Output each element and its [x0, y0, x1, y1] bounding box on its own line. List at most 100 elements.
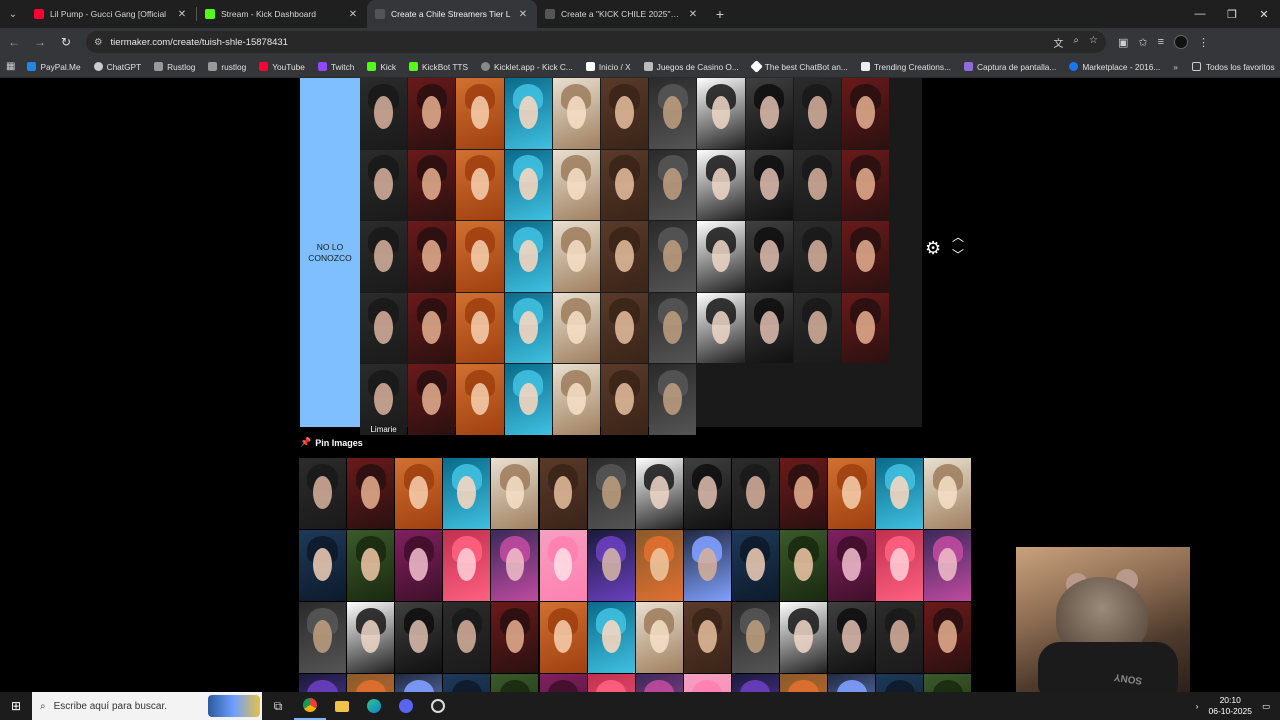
streamer-avatar-image[interactable]: [552, 78, 600, 149]
streamer-avatar-image[interactable]: [360, 78, 408, 149]
streamer-avatar-image[interactable]: [731, 458, 779, 529]
streamer-avatar-image[interactable]: [601, 78, 649, 149]
streamer-avatar-image[interactable]: [299, 458, 347, 529]
bookmark-item[interactable]: PayPal.Me: [27, 62, 81, 72]
streamer-avatar-image[interactable]: [552, 221, 600, 292]
bookmark-item[interactable]: KickBot TTS: [409, 62, 468, 72]
streamer-avatar-image[interactable]: [793, 292, 841, 364]
streamer-avatar-image[interactable]: [780, 458, 828, 529]
bookmark-item[interactable]: Rustlog: [154, 62, 195, 72]
bookmark-item[interactable]: The best ChatBot an...: [749, 60, 848, 73]
streamer-avatar-image[interactable]: [876, 674, 924, 692]
apps-grid-icon[interactable]: ▦: [6, 61, 15, 72]
streamer-avatar-image[interactable]: [408, 364, 456, 435]
streamer-avatar-image[interactable]: [587, 674, 635, 692]
streamer-avatar-image[interactable]: [601, 149, 649, 221]
task-view-icon[interactable]: ⧉: [262, 692, 294, 720]
streamer-avatar-image[interactable]: [731, 674, 779, 692]
bookmark-item[interactable]: YouTube: [259, 62, 305, 72]
streamer-avatar-image[interactable]: [745, 292, 793, 364]
streamer-avatar-image[interactable]: [635, 458, 683, 529]
streamer-avatar-image[interactable]: [601, 221, 649, 292]
streamer-avatar-image[interactable]: [683, 602, 731, 673]
streamer-avatar-image[interactable]: [491, 674, 539, 692]
streamer-avatar-image[interactable]: [601, 292, 649, 364]
streamer-avatar-image[interactable]: [635, 602, 683, 673]
streamer-avatar-image[interactable]: [299, 530, 347, 601]
tier-settings-gear-icon[interactable]: ⚙: [925, 238, 941, 259]
browser-tab[interactable]: Stream - Kick Dashboard ✕: [197, 0, 367, 28]
streamer-avatar-image[interactable]: [924, 530, 972, 601]
streamer-avatar-image[interactable]: [697, 221, 745, 292]
media-controls-icon[interactable]: ≡: [1158, 36, 1164, 48]
streamer-avatar-image[interactable]: [828, 530, 876, 601]
streamer-avatar-image[interactable]: [395, 458, 443, 529]
streamer-avatar-image[interactable]: [587, 458, 635, 529]
move-tier-down-icon[interactable]: ﹀: [952, 246, 964, 263]
close-window-icon[interactable]: ✕: [1248, 0, 1280, 28]
translate-icon[interactable]: 文: [1053, 35, 1063, 50]
streamer-avatar-image[interactable]: [504, 78, 552, 149]
streamer-avatar-image[interactable]: [649, 78, 697, 149]
streamer-avatar-image[interactable]: [635, 674, 683, 692]
browser-tab[interactable]: Lil Pump - Gucci Gang [Official ✕: [26, 0, 196, 28]
streamer-avatar-image[interactable]: [924, 674, 972, 692]
streamer-avatar-image[interactable]: [552, 292, 600, 364]
streamer-avatar-image[interactable]: [793, 149, 841, 221]
bookmark-item[interactable]: Kick: [367, 62, 396, 72]
streamer-avatar-image[interactable]: [683, 458, 731, 529]
bookmark-item[interactable]: Juegos de Casino O...: [643, 62, 739, 72]
streamer-avatar-image[interactable]: [635, 530, 683, 601]
streamer-avatar-image[interactable]: [793, 78, 841, 149]
streamer-avatar-image[interactable]: [443, 458, 491, 529]
profile-avatar[interactable]: [1174, 35, 1189, 49]
edge-icon[interactable]: [358, 692, 390, 720]
restore-icon[interactable]: ❐: [1216, 0, 1248, 28]
close-tab-icon[interactable]: ✕: [517, 9, 529, 20]
streamer-avatar-image[interactable]: [408, 221, 456, 292]
streamer-avatar-image[interactable]: [683, 674, 731, 692]
tab-search-button[interactable]: ⌄: [0, 0, 26, 28]
streamer-avatar-image[interactable]: [395, 530, 443, 601]
bookmark-item[interactable]: Kicklet.app - Kick C...: [480, 62, 573, 72]
streamer-avatar-image[interactable]: [443, 602, 491, 673]
streamer-avatar-image[interactable]: [552, 149, 600, 221]
forward-icon[interactable]: →: [28, 30, 52, 54]
streamer-avatar-image[interactable]: [697, 149, 745, 221]
extensions-icon[interactable]: ▣: [1118, 36, 1128, 49]
streamer-avatar-image[interactable]: [347, 602, 395, 673]
pin-images-label[interactable]: 📌 Pin Images: [300, 437, 363, 448]
streamer-avatar-image[interactable]: [360, 221, 408, 292]
streamer-avatar-image[interactable]: [408, 78, 456, 149]
streamer-avatar-image[interactable]: [408, 292, 456, 364]
streamer-avatar-image[interactable]: [793, 221, 841, 292]
streamer-avatar-image[interactable]: [491, 530, 539, 601]
move-tier-up-icon[interactable]: ︿: [952, 228, 964, 245]
streamer-avatar-image[interactable]: [504, 364, 552, 435]
streamer-avatar-image[interactable]: [697, 78, 745, 149]
taskbar-search-box[interactable]: ⌕ Escribe aquí para buscar.: [32, 692, 262, 720]
bookmark-item[interactable]: Inicio / X: [585, 62, 631, 72]
streamer-avatar-image[interactable]: [842, 292, 890, 364]
obs-icon[interactable]: [422, 692, 454, 720]
streamer-avatar-image[interactable]: [456, 78, 504, 149]
notifications-icon[interactable]: ▭: [1262, 701, 1270, 712]
bookmarks-overflow-icon[interactable]: »: [1173, 62, 1178, 72]
menu-icon[interactable]: ⋮: [1198, 36, 1209, 49]
streamer-avatar-image[interactable]: [539, 530, 587, 601]
streamer-avatar-image[interactable]: [601, 364, 649, 435]
streamer-avatar-image[interactable]: [842, 78, 890, 149]
streamer-avatar-image[interactable]: [731, 602, 779, 673]
streamer-avatar-image[interactable]: [347, 458, 395, 529]
streamer-avatar-image[interactable]: [683, 530, 731, 601]
streamer-avatar-image[interactable]: [299, 602, 347, 673]
bookmark-item[interactable]: Twitch: [317, 62, 354, 72]
all-bookmarks-folder[interactable]: Todos los favoritos: [1191, 62, 1275, 72]
close-tab-icon[interactable]: ✕: [347, 9, 359, 20]
streamer-avatar-image[interactable]: [504, 149, 552, 221]
back-icon[interactable]: ←: [2, 30, 26, 54]
streamer-avatar-image[interactable]: [649, 221, 697, 292]
streamer-avatar-image[interactable]: [828, 674, 876, 692]
discord-icon[interactable]: [390, 692, 422, 720]
streamer-avatar-image[interactable]: [780, 674, 828, 692]
